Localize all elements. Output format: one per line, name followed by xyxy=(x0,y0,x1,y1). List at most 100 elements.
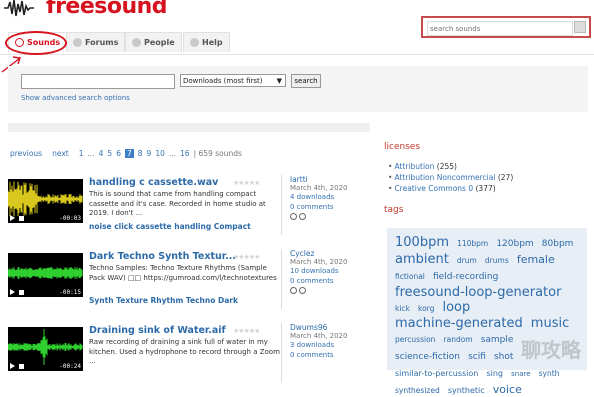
uploader-link[interactable]: Cyclez xyxy=(290,249,370,258)
tag-link[interactable]: synth xyxy=(539,369,560,378)
help-icon xyxy=(190,38,199,47)
sound-tags[interactable]: Synth Texture Rhythm Techno Dark xyxy=(89,296,238,305)
tag-link[interactable]: voice xyxy=(493,383,522,396)
search-button[interactable]: search xyxy=(291,74,321,88)
sound-meta: Dwums96 March 4th, 2020 3 downloads 0 co… xyxy=(281,323,370,383)
stop-icon[interactable] xyxy=(19,364,24,369)
play-icon[interactable] xyxy=(10,215,15,221)
page-link[interactable]: 9 xyxy=(147,149,152,158)
waveform-player[interactable]: -00:03 xyxy=(8,179,83,223)
waveform-player[interactable]: -00:15 xyxy=(8,253,83,297)
upload-date: March 4th, 2020 xyxy=(290,184,348,193)
previous-link[interactable]: previous xyxy=(10,149,42,158)
tag-link[interactable]: drums xyxy=(485,256,509,265)
sound-description: This is sound that came from handling co… xyxy=(89,190,266,217)
watermark: 聊攻略 xyxy=(521,338,581,362)
page-link[interactable]: 4 xyxy=(99,149,104,158)
sort-select-value: Downloads (most first) xyxy=(183,77,263,85)
attribution-icon xyxy=(299,286,306,294)
tag-link[interactable]: loop xyxy=(442,300,470,315)
upload-date: March 4th, 2020 xyxy=(290,332,348,341)
waveform-player[interactable]: -00:24 xyxy=(8,327,83,371)
play-icon[interactable] xyxy=(10,289,15,295)
comments-link[interactable]: 0 comments xyxy=(290,277,370,286)
tag-link[interactable]: korg xyxy=(418,304,434,313)
logo-text: freesound xyxy=(46,0,168,19)
page-link[interactable]: 8 xyxy=(138,149,143,158)
sound-result: -00:24 Draining sink of Water.aif ★★★★★ … xyxy=(8,323,378,393)
tag-link[interactable]: 110bpm xyxy=(457,239,488,248)
query-input[interactable] xyxy=(21,74,175,89)
tag-link[interactable]: scifi xyxy=(468,352,486,362)
sound-title-link[interactable]: Dark Techno Synth Textur... xyxy=(89,251,236,262)
downloads-link[interactable]: 3 downloads xyxy=(290,341,370,350)
main-nav: Sounds Forums People Help xyxy=(0,30,594,55)
tag-link[interactable]: freesound-loop-generator xyxy=(395,285,561,300)
tab-people[interactable]: People xyxy=(125,32,182,52)
stop-icon[interactable] xyxy=(19,290,24,295)
license-link[interactable]: Attribution xyxy=(394,162,434,171)
sound-count: | 659 sounds xyxy=(193,149,242,158)
attribution-icon xyxy=(299,212,306,220)
page-link[interactable]: 16 xyxy=(180,149,190,158)
tag-link[interactable]: music xyxy=(531,316,569,331)
tag-link[interactable]: machine-generated xyxy=(395,316,523,331)
sound-description: Raw recording of draining a sink full of… xyxy=(89,338,280,365)
tab-help[interactable]: Help xyxy=(183,32,230,52)
tab-forums[interactable]: Forums xyxy=(66,32,126,52)
tag-link[interactable]: similar-to-percussion xyxy=(395,369,478,378)
license-item: Attribution Noncommercial (27) xyxy=(388,172,513,183)
sound-description: Techno Samples: Techno Texture Rhythms (… xyxy=(89,264,277,282)
tag-link[interactable]: kick xyxy=(395,304,410,313)
tag-link[interactable]: female xyxy=(517,253,555,266)
uploader-link[interactable]: Dwums96 xyxy=(290,323,370,332)
sound-title-link[interactable]: handling c cassette.wav xyxy=(89,177,218,188)
cc-icon xyxy=(290,212,297,220)
tag-link[interactable]: shot xyxy=(494,352,513,362)
sound-tags[interactable]: noise click cassette handling Compact xyxy=(89,222,251,231)
license-count: (27) xyxy=(497,173,514,182)
sound-title-link[interactable]: Draining sink of Water.aif xyxy=(89,325,226,336)
advanced-search-link[interactable]: Show advanced search options xyxy=(21,94,130,102)
tag-link[interactable]: synthesized xyxy=(395,386,440,395)
tag-link[interactable]: science-fiction xyxy=(395,352,460,362)
rating-stars-icon[interactable]: ★★★★★ xyxy=(233,327,260,335)
tag-link[interactable]: fictional xyxy=(395,272,425,281)
freesound-logo[interactable]: freesound xyxy=(4,0,168,19)
license-count: (377) xyxy=(475,184,496,193)
license-item: Creative Commons 0 (377) xyxy=(388,183,513,194)
comments-link[interactable]: 0 comments xyxy=(290,351,370,360)
stop-icon[interactable] xyxy=(19,216,24,221)
tag-link[interactable]: drum xyxy=(457,256,477,265)
page-link[interactable]: 5 xyxy=(107,149,112,158)
tag-link[interactable]: random xyxy=(444,335,473,344)
tag-link[interactable]: field-recording xyxy=(433,272,498,282)
sort-select[interactable]: Downloads (most first) ▼ xyxy=(180,74,286,87)
tag-link[interactable]: 120bpm xyxy=(496,239,533,249)
license-link[interactable]: Attribution Noncommercial xyxy=(394,173,495,182)
tag-link[interactable]: ambient xyxy=(395,252,449,267)
tag-link[interactable]: synthetic xyxy=(448,386,485,395)
comments-link[interactable]: 0 comments xyxy=(290,203,370,212)
tag-link[interactable]: 80bpm xyxy=(542,239,574,249)
people-icon xyxy=(132,38,141,47)
tag-link[interactable]: sample xyxy=(481,335,514,345)
tag-link[interactable]: snare xyxy=(511,370,530,378)
next-link[interactable]: next xyxy=(52,149,69,158)
tab-help-label: Help xyxy=(202,38,223,47)
rating-stars-icon[interactable]: ★★★★★ xyxy=(233,179,260,187)
license-link[interactable]: Creative Commons 0 xyxy=(394,184,473,193)
tag-link[interactable]: sing xyxy=(486,369,503,378)
licenses-heading: licenses xyxy=(384,142,421,152)
sound-meta: Cyclez March 4th, 2020 10 downloads 0 co… xyxy=(281,249,370,309)
downloads-link[interactable]: 4 downloads xyxy=(290,193,370,202)
page-link[interactable]: 1 xyxy=(79,149,84,158)
page-link[interactable]: 10 xyxy=(155,149,165,158)
downloads-link[interactable]: 10 downloads xyxy=(290,267,370,276)
uploader-link[interactable]: lartti xyxy=(290,175,370,184)
page-link[interactable]: 6 xyxy=(116,149,121,158)
tag-link[interactable]: percussion xyxy=(395,335,435,344)
tag-link[interactable]: 100bpm xyxy=(395,235,449,250)
play-icon[interactable] xyxy=(10,363,15,369)
rating-stars-icon[interactable]: ★★★★★ xyxy=(233,253,260,261)
